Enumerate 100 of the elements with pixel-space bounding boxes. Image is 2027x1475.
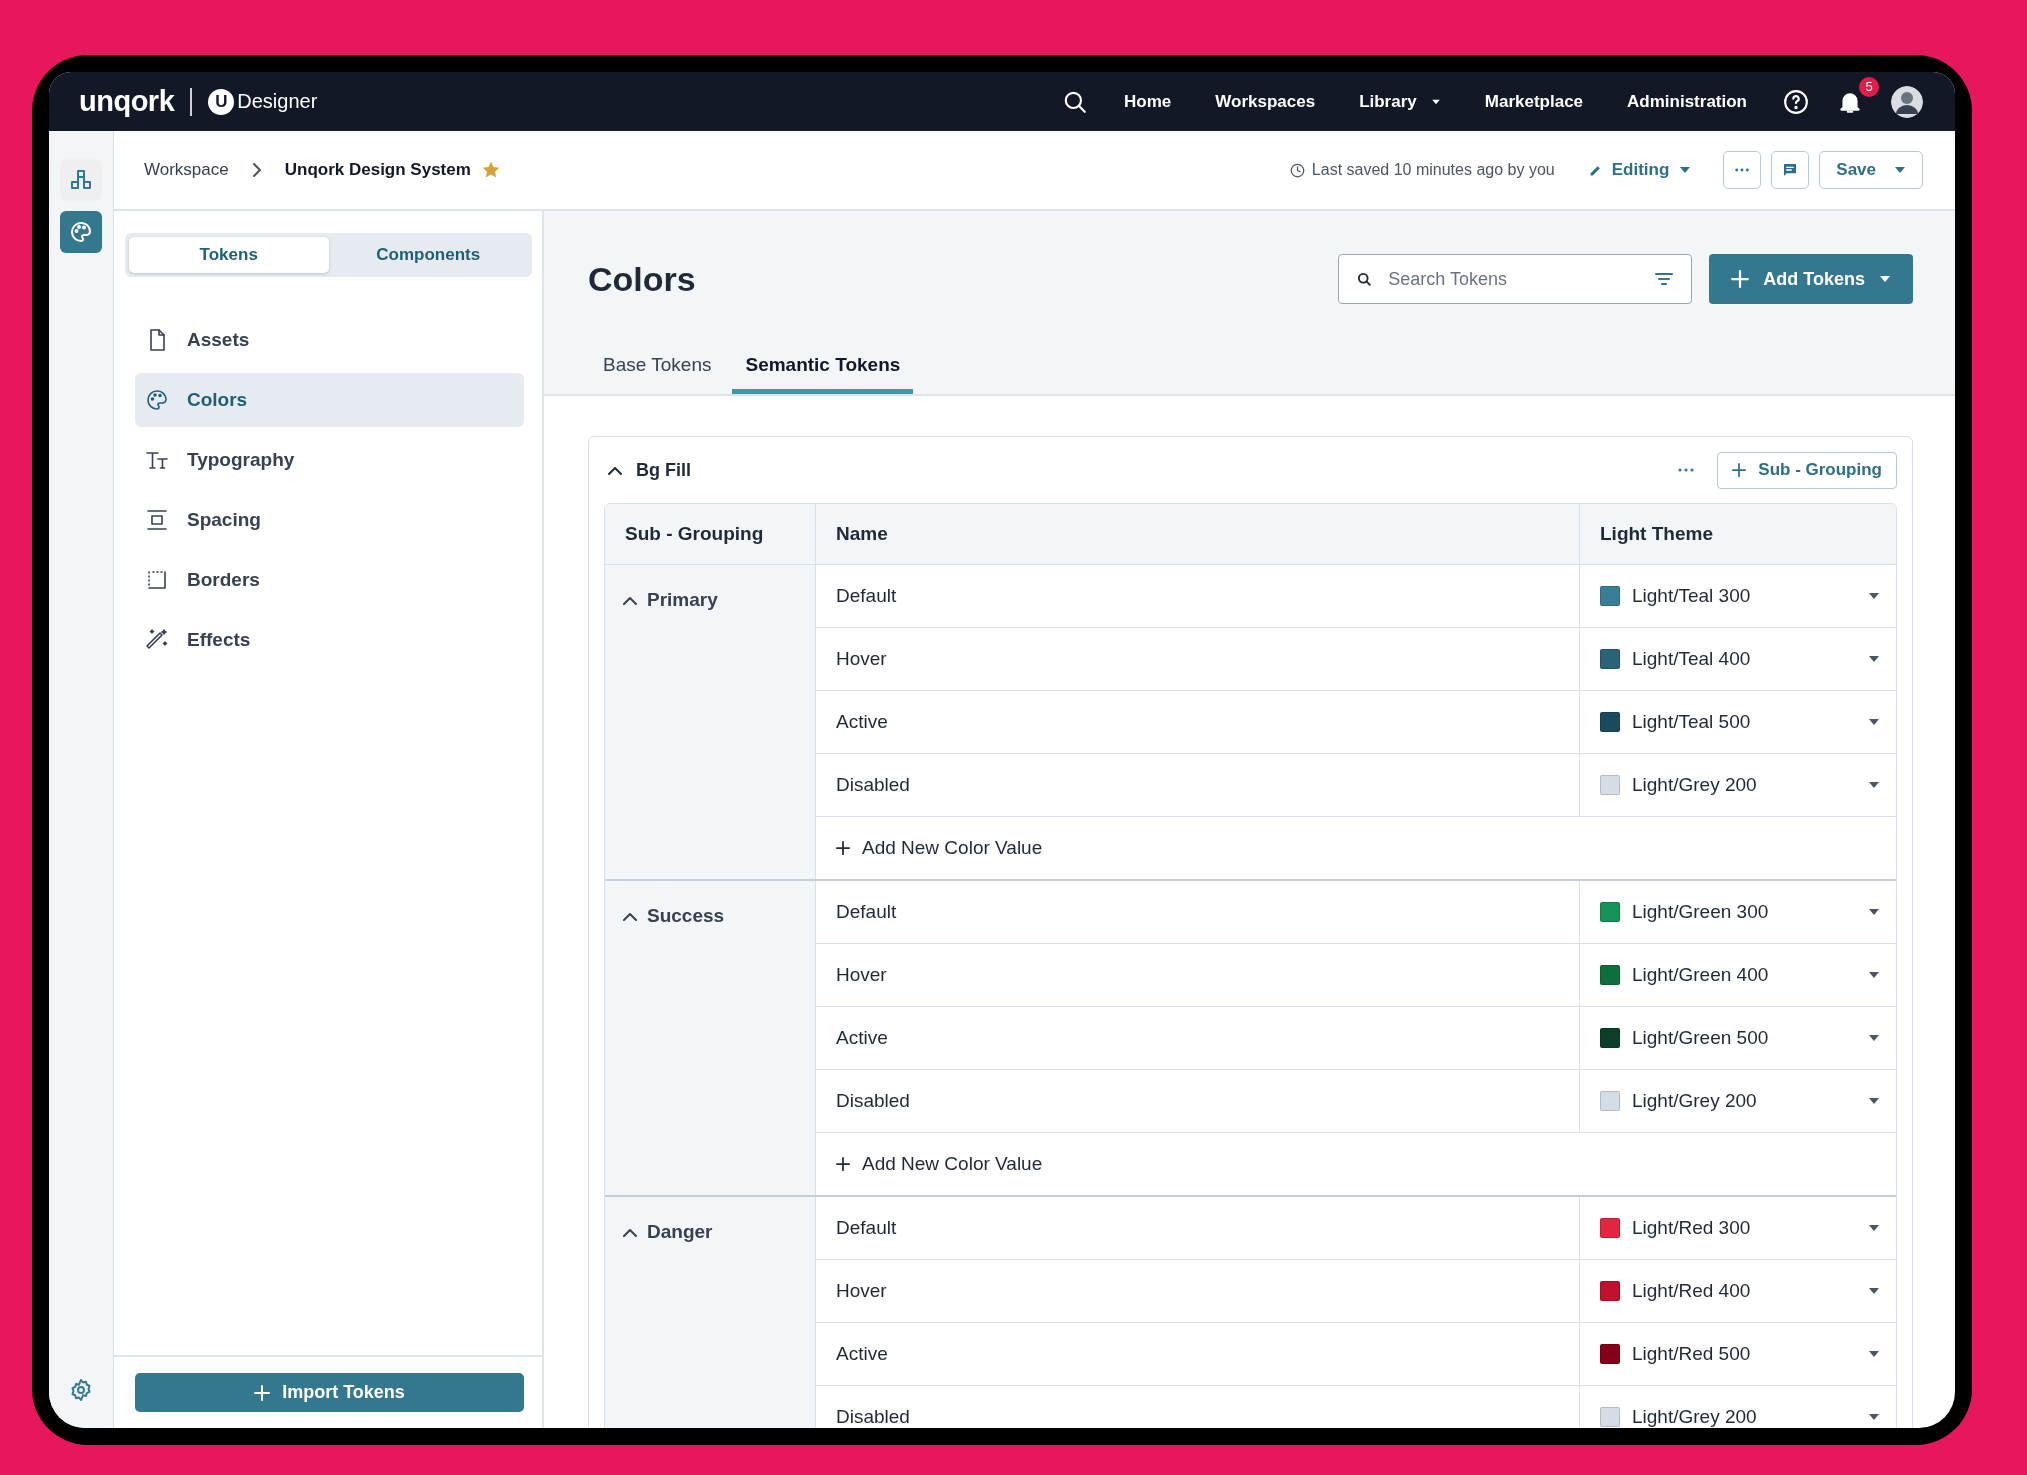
sidebar-item[interactable]: Colors: [135, 373, 524, 427]
add-sub-grouping-button[interactable]: Sub - Grouping: [1717, 451, 1897, 489]
comment-button[interactable]: [1771, 151, 1810, 189]
nav-link[interactable]: Administration: [1627, 91, 1747, 112]
color-value-dropdown[interactable]: Light/Red 500: [1580, 1323, 1896, 1385]
add-color-value-button[interactable]: Add New Color Value: [816, 1133, 1896, 1195]
chevron-up-icon: [623, 1227, 637, 1237]
sidebar-tab[interactable]: Components: [328, 237, 528, 273]
table-cell: Default: [816, 1197, 1580, 1259]
caret-icon: [1868, 971, 1880, 979]
table-cell: Default: [816, 565, 1580, 627]
group-toggle[interactable]: Bg Fill: [604, 459, 1678, 481]
subgroup-toggle[interactable]: Primary: [623, 589, 718, 611]
column-header: Sub - Grouping: [605, 504, 816, 564]
plus-icon: [1732, 463, 1747, 477]
notification-badge: 5: [1859, 76, 1879, 97]
color-value-dropdown[interactable]: Light/Teal 500: [1580, 691, 1896, 753]
chevron-up-icon: [623, 595, 637, 605]
sidebar-item[interactable]: Borders: [135, 553, 524, 607]
tab[interactable]: Semantic Tokens: [732, 337, 914, 394]
caret-icon: [1868, 908, 1880, 916]
product-name: Designer: [237, 90, 318, 113]
search-input[interactable]: Search Tokens: [1386, 267, 1642, 291]
color-value-dropdown[interactable]: Light/Grey 200: [1580, 754, 1896, 816]
nav-link[interactable]: Library: [1359, 91, 1441, 112]
spacing-icon: [145, 508, 169, 532]
settings-icon[interactable]: [69, 1378, 93, 1402]
color-value-dropdown[interactable]: Light/Green 500: [1580, 1007, 1896, 1069]
table-cell: Disabled: [816, 754, 1580, 816]
add-color-value-button[interactable]: Add New Color Value: [816, 817, 1896, 879]
table-cell: Hover: [816, 628, 1580, 690]
chevron-up-icon: [608, 465, 622, 475]
subgroup-toggle[interactable]: Danger: [623, 1221, 713, 1243]
product-badge: U: [208, 88, 235, 115]
color-value-dropdown[interactable]: Light/Green 300: [1580, 881, 1896, 943]
table-cell: Active: [816, 1007, 1580, 1069]
search-icon: [1357, 271, 1373, 287]
rail-button[interactable]: [60, 159, 102, 201]
color-value-dropdown[interactable]: Light/Grey 200: [1580, 1070, 1896, 1132]
logo: unqork: [79, 85, 175, 118]
caret-icon: [1868, 1034, 1880, 1042]
star-icon[interactable]: [480, 160, 501, 180]
table-cell: Default: [816, 881, 1580, 943]
caret-icon: [1679, 166, 1692, 174]
add-tokens-button[interactable]: Add Tokens: [1709, 254, 1913, 304]
table-cell: Disabled: [816, 1386, 1580, 1428]
table-cell: Disabled: [816, 1070, 1580, 1132]
color-value-dropdown[interactable]: Light/Teal 300: [1580, 565, 1896, 627]
chevron-up-icon: [623, 911, 637, 921]
nav-link[interactable]: Marketplace: [1484, 91, 1584, 112]
sidebar-item[interactable]: Assets: [135, 313, 524, 367]
breadcrumb-link[interactable]: Workspace: [144, 160, 229, 180]
table-cell: Active: [816, 691, 1580, 753]
filter-icon[interactable]: [1655, 272, 1674, 286]
save-button[interactable]: Save: [1819, 151, 1923, 189]
subgroup-toggle[interactable]: Success: [623, 905, 725, 927]
nav-link[interactable]: Home: [1124, 91, 1172, 112]
color-value-dropdown[interactable]: Light/Green 400: [1580, 944, 1896, 1006]
pencil-icon: [1588, 163, 1602, 177]
border-icon: [145, 568, 169, 592]
search-field[interactable]: Search Tokens: [1338, 254, 1693, 304]
sidebar-tab[interactable]: Tokens: [129, 237, 329, 273]
table-cell: Hover: [816, 1260, 1580, 1322]
palette-icon: [69, 220, 93, 244]
palette-icon: [145, 388, 169, 412]
color-value-dropdown[interactable]: Light/Red 400: [1580, 1260, 1896, 1322]
caret-icon: [1868, 1350, 1880, 1358]
clock-icon: [1289, 162, 1305, 178]
color-value-dropdown[interactable]: Light/Grey 200: [1580, 1386, 1896, 1428]
caret-icon: [1868, 1413, 1880, 1421]
color-value-dropdown[interactable]: Light/Red 300: [1580, 1197, 1896, 1259]
caret-icon: [1868, 1224, 1880, 1232]
more-icon[interactable]: [1677, 467, 1696, 473]
caret-icon: [1868, 1287, 1880, 1295]
avatar[interactable]: [1891, 85, 1923, 118]
column-header: Light Theme: [1599, 522, 1714, 546]
nav-link[interactable]: Workspaces: [1215, 91, 1316, 112]
caret-icon: [1430, 98, 1441, 105]
help-icon[interactable]: [1783, 88, 1809, 115]
mode-dropdown[interactable]: Editing: [1582, 159, 1698, 181]
table-cell: Hover: [816, 944, 1580, 1006]
caret-icon: [1868, 781, 1880, 789]
import-tokens-button[interactable]: Import Tokens: [135, 1373, 524, 1412]
column-header: Name: [816, 504, 1580, 564]
caret-icon: [1879, 275, 1891, 283]
sidebar-item[interactable]: Typography: [135, 433, 524, 487]
caret-icon: [1868, 655, 1880, 663]
magic-wand-icon: [145, 628, 169, 652]
color-value-dropdown[interactable]: Light/Teal 400: [1580, 628, 1896, 690]
caret-icon: [1868, 1097, 1880, 1105]
plus-icon: [1731, 270, 1750, 288]
last-saved-text: Last saved 10 minutes ago by you: [1311, 161, 1555, 179]
more-icon: [1734, 167, 1751, 173]
caret-icon: [1868, 718, 1880, 726]
sidebar-item[interactable]: Effects: [135, 613, 524, 667]
tab[interactable]: Base Tokens: [590, 337, 725, 394]
plus-icon: [836, 1157, 850, 1171]
rail-button[interactable]: [60, 211, 102, 253]
breadcrumb-link[interactable]: Unqork Design System: [284, 160, 471, 180]
sidebar-item[interactable]: Spacing: [135, 493, 524, 547]
